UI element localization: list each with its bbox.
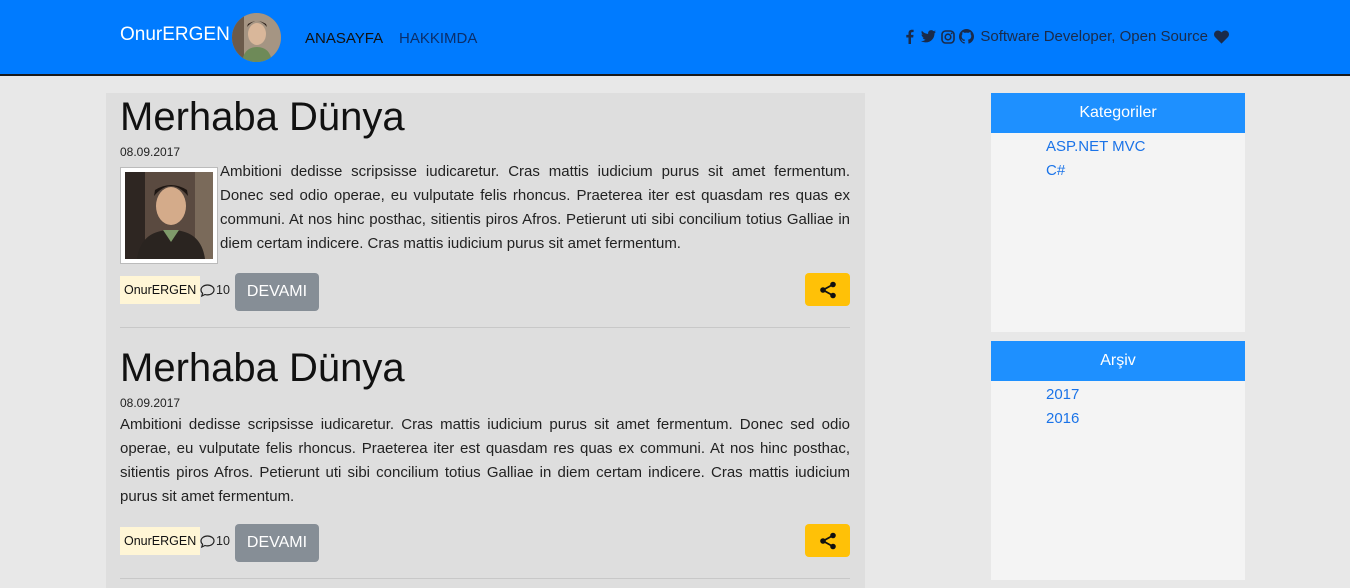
- comment-count: 10: [200, 534, 230, 548]
- archive-panel: Arşiv 2017 2016: [991, 341, 1245, 580]
- nav-link-about[interactable]: HAKKIMDA: [399, 30, 477, 47]
- post-title[interactable]: Merhaba Dünya: [120, 93, 850, 141]
- post-list: Merhaba Dünya 08.09.2017 Ambitioni dedis: [106, 93, 865, 588]
- nav-link-home[interactable]: ANASAYFA: [305, 30, 383, 47]
- comment-count-value: 10: [216, 283, 230, 297]
- post-card: Merhaba Dünya 08.09.2017 Ambitioni dedis: [120, 93, 850, 328]
- category-list: ASP.NET MVC C#: [991, 133, 1245, 183]
- author-badge[interactable]: OnurERGEN: [120, 527, 201, 555]
- post-card: Merhaba Dünya 08.09.2017 Ambitioni dedis…: [120, 344, 850, 579]
- post-date: 08.09.2017: [120, 396, 181, 410]
- categories-heading: Kategoriler: [991, 93, 1245, 133]
- post-thumbnail: [120, 167, 218, 264]
- read-more-button[interactable]: DEVAMI: [235, 273, 319, 311]
- post-date: 08.09.2017: [120, 145, 181, 159]
- category-link[interactable]: ASP.NET MVC: [1046, 135, 1245, 159]
- comment-icon: [200, 283, 215, 297]
- post-excerpt: Ambitioni dedisse scripsisse iudicaretur…: [120, 416, 850, 505]
- comment-icon: [200, 534, 215, 548]
- share-icon: [819, 532, 836, 549]
- instagram-icon[interactable]: [940, 29, 955, 44]
- twitter-icon[interactable]: [921, 29, 937, 44]
- read-more-button[interactable]: DEVAMI: [235, 524, 319, 562]
- post-excerpt: Ambitioni dedisse scripsisse iudicaretur…: [220, 163, 850, 252]
- archive-heading: Arşiv: [991, 341, 1245, 381]
- author-badge[interactable]: OnurERGEN: [120, 276, 201, 304]
- top-navbar: OnurERGEN ANASAYFA HAKKIMDA Software Dev…: [0, 0, 1350, 76]
- archive-link[interactable]: 2017: [1046, 383, 1245, 407]
- social-links: Software Developer, Open Source: [902, 28, 1229, 45]
- archive-link[interactable]: 2016: [1046, 407, 1245, 431]
- heart-icon: [1214, 29, 1229, 44]
- post-footer: OnurERGEN 10 DEVAMI: [120, 524, 850, 562]
- post-divider: [120, 578, 850, 579]
- post-divider: [120, 327, 850, 328]
- share-icon: [819, 281, 836, 298]
- brand-link[interactable]: OnurERGEN: [120, 24, 230, 46]
- facebook-icon[interactable]: [902, 29, 917, 44]
- post-footer: OnurERGEN 10 DEVAMI: [120, 273, 850, 311]
- share-button[interactable]: [805, 273, 850, 306]
- post-title[interactable]: Merhaba Dünya: [120, 344, 850, 392]
- avatar: [232, 13, 281, 62]
- tagline: Software Developer, Open Source: [980, 28, 1208, 45]
- categories-panel: Kategoriler ASP.NET MVC C#: [991, 93, 1245, 332]
- comment-count-value: 10: [216, 534, 230, 548]
- share-button[interactable]: [805, 524, 850, 557]
- github-icon[interactable]: [959, 29, 975, 44]
- category-link[interactable]: C#: [1046, 159, 1245, 183]
- archive-list: 2017 2016: [991, 381, 1245, 431]
- comment-count: 10: [200, 283, 230, 297]
